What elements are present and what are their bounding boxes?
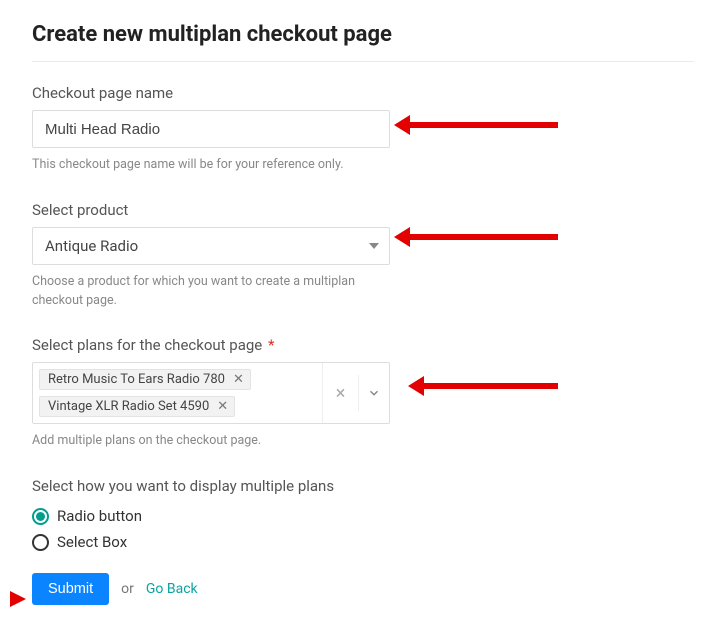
group-checkout-name: Checkout page name This checkout page na…	[32, 84, 694, 175]
caret-down-icon	[369, 243, 379, 249]
chip-plan-label: Vintage XLR Radio Set 4590	[48, 399, 209, 414]
or-text: or	[121, 581, 134, 597]
actions-row: Submit or Go Back	[32, 573, 694, 605]
radio-icon	[32, 508, 49, 525]
chip-plan[interactable]: Vintage XLR Radio Set 4590 ✕	[39, 396, 235, 417]
chip-plan[interactable]: Retro Music To Ears Radio 780 ✕	[39, 369, 251, 390]
go-back-link[interactable]: Go Back	[146, 581, 198, 597]
select-plans-label-text: Select plans for the checkout page	[32, 336, 262, 354]
radio-option-label: Select Box	[57, 533, 127, 551]
radio-icon	[32, 534, 49, 551]
display-mode-label: Select how you want to display multiple …	[32, 477, 694, 495]
divider	[32, 61, 694, 62]
group-display-mode: Select how you want to display multiple …	[32, 477, 694, 551]
select-product-dropdown[interactable]: Antique Radio	[32, 227, 390, 265]
group-select-plans: Select plans for the checkout page * Ret…	[32, 336, 694, 451]
select-plans-multiselect[interactable]: Retro Music To Ears Radio 780 ✕ Vintage …	[32, 362, 390, 424]
multiselect-clear-icon[interactable]: ×	[323, 375, 359, 411]
chip-remove-icon[interactable]: ✕	[217, 399, 228, 414]
select-product-helper: Choose a product for which you want to c…	[32, 273, 392, 311]
submit-button[interactable]: Submit	[32, 573, 109, 605]
page-title: Create new multiplan checkout page	[32, 22, 694, 47]
select-plans-helper: Add multiple plans on the checkout page.	[32, 432, 694, 451]
radio-option-select-box[interactable]: Select Box	[32, 533, 694, 551]
checkout-name-label: Checkout page name	[32, 84, 694, 102]
checkout-name-input[interactable]	[32, 110, 390, 148]
select-product-value: Antique Radio	[45, 237, 138, 255]
checkout-name-helper: This checkout page name will be for your…	[32, 156, 694, 175]
chip-plan-label: Retro Music To Ears Radio 780	[48, 372, 225, 387]
multiselect-controls: ×	[322, 363, 389, 423]
chip-remove-icon[interactable]: ✕	[233, 372, 244, 387]
radio-option-label: Radio button	[57, 507, 142, 525]
select-product-label: Select product	[32, 201, 694, 219]
select-plans-label: Select plans for the checkout page *	[32, 336, 694, 354]
group-select-product: Select product Antique Radio Choose a pr…	[32, 201, 694, 311]
chips-container: Retro Music To Ears Radio 780 ✕ Vintage …	[33, 363, 322, 423]
multiselect-expand-icon[interactable]	[359, 386, 389, 400]
radio-option-radio-button[interactable]: Radio button	[32, 507, 694, 525]
required-asterisk: *	[268, 336, 274, 354]
